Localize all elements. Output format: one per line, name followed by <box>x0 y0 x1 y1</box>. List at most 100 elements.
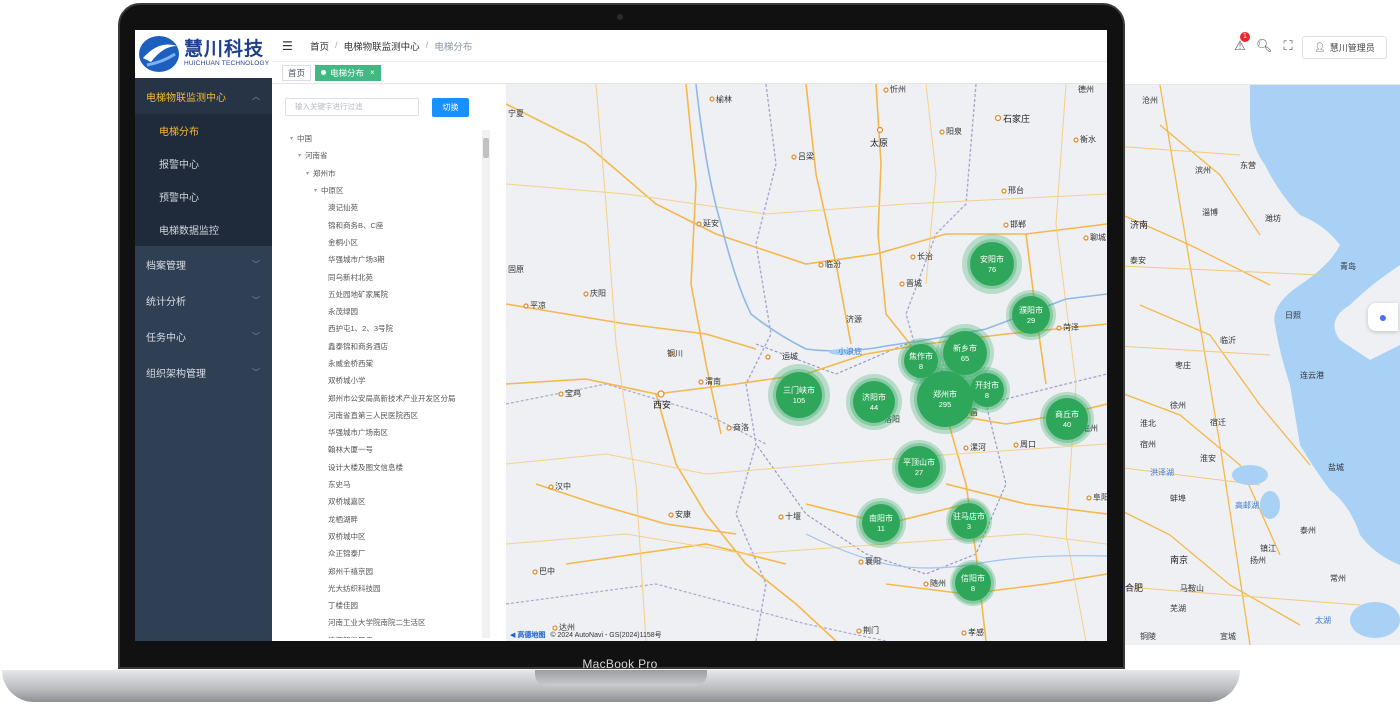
tree-node-leaf[interactable]: 锦和商务B、C座 <box>284 216 484 233</box>
map-city: 淮北 <box>1140 419 1156 428</box>
cluster-xinyang[interactable]: 信阳市 8 <box>950 560 996 606</box>
cluster-pingdingshan[interactable]: 平顶山市 27 <box>892 440 946 494</box>
cluster-count: 27 <box>914 467 924 477</box>
breadcrumb-separator: / <box>425 40 429 51</box>
menu-group-label: 档案管理 <box>146 260 186 272</box>
tree-node-leaf[interactable]: 设计大楼及图文信息楼 <box>284 459 484 476</box>
tree-node-root[interactable]: ▾ 中国 <box>284 130 484 147</box>
search-icon[interactable]: 🔍︎ <box>1256 38 1273 54</box>
cluster-sanmenxia[interactable]: 三门峡市 105 <box>768 364 830 426</box>
menu-toggle-icon[interactable]: ☰ <box>282 39 296 53</box>
menu-group-monitoring[interactable]: 电梯物联监测中心 ︿ <box>135 78 272 114</box>
tree-node-leaf[interactable]: 鑫泰锦和商务酒店 <box>284 338 484 355</box>
menu-group-tasks[interactable]: 任务中心 ﹀ <box>135 318 272 354</box>
tag-dot <box>321 70 327 75</box>
tree-node-leaf[interactable]: 翰林大厦一号 <box>284 441 484 458</box>
tree-node-leaf[interactable]: 清源智能厂房 <box>284 632 484 638</box>
menu-group-label: 电梯物联监测中心 <box>146 92 226 104</box>
tree-node-leaf[interactable]: 金桐小区 <box>284 234 484 251</box>
tree-node-leaf[interactable]: 同乌新村北苑 <box>284 268 484 285</box>
menu-item-elevator-data[interactable]: 电梯数据监控 <box>135 213 272 246</box>
map-city: 安康 <box>675 510 691 519</box>
menu-group-label: 任务中心 <box>146 332 186 344</box>
chevron-down-icon: ﹀ <box>252 259 260 269</box>
cluster-anyang[interactable]: 安阳市 76 <box>962 234 1022 294</box>
map[interactable]: 榆林 忻州 石家庄 衡水 吕梁 太原 阳泉 邢台 延安 临汾 长治 邯郸 聊城 … <box>506 84 1107 641</box>
tree-node-leaf[interactable]: 双桥城嘉区 <box>284 493 484 510</box>
submenu-monitoring: 电梯分布 报警中心 预警中心 电梯数据监控 <box>135 114 272 246</box>
map-city: 东营 <box>1240 161 1256 170</box>
cluster-nanyang[interactable]: 南阳市 11 <box>856 498 906 548</box>
map-city: 泰州 <box>1300 526 1316 535</box>
cluster-zhumadian[interactable]: 驻马店市 3 <box>946 498 992 544</box>
tree-node-leaf[interactable]: 五处园地矿家属院 <box>284 286 484 303</box>
cluster-shangqiu[interactable]: 商丘市 40 <box>1040 392 1094 446</box>
tree-node-leaf[interactable]: 河南工业大学院南院二生活区 <box>284 614 484 631</box>
caret-down-icon: ▾ <box>306 170 310 177</box>
tree-node-leaf[interactable]: 永茂绿园 <box>284 303 484 320</box>
tree-node-leaf[interactable]: 华强城市广场南区 <box>284 424 484 441</box>
alert-icon[interactable]: ⚠ 1 <box>1232 32 1250 54</box>
tree-node-district[interactable]: ▾ 中原区 <box>284 182 484 199</box>
close-icon[interactable]: × <box>370 68 375 77</box>
map-city: 滨州 <box>1195 166 1211 175</box>
tree-node-leaf[interactable]: 光大纺织科技园 <box>284 580 484 597</box>
tree-node-province[interactable]: ▾ 河南省 <box>284 147 484 164</box>
map-city: 日照 <box>1285 311 1301 320</box>
menu-group-organization[interactable]: 组织架构管理 ﹀ <box>135 354 272 390</box>
cluster-count: 8 <box>984 390 990 400</box>
tree-node-leaf[interactable]: 双桥城小学 <box>284 372 484 389</box>
map-city: 镇江 <box>1260 544 1276 553</box>
map-city: 长治 <box>917 252 933 261</box>
chevron-down-icon: ﹀ <box>252 331 260 341</box>
sidebar: 慧川科技 HUICHUAN TECHNOLOGY 电梯物联监测中心 ︿ 电梯分布… <box>135 30 272 641</box>
tag-home[interactable]: 首页 <box>282 64 312 81</box>
tree-scroll-thumb[interactable] <box>483 138 489 158</box>
cluster-count: 105 <box>792 395 806 405</box>
map-city: 渭南 <box>705 377 721 386</box>
logo-subtitle: HUICHUAN TECHNOLOGY <box>184 60 270 67</box>
map-city: 临沂 <box>1220 336 1236 345</box>
menu-group-archives[interactable]: 档案管理 ﹀ <box>135 246 272 282</box>
map-city: 十堰 <box>785 512 801 521</box>
menu-item-elevator-distribution[interactable]: 电梯分布 <box>135 114 272 147</box>
cluster-name: 商丘市 <box>1055 409 1079 419</box>
caret-down-icon: ▾ <box>314 188 318 195</box>
breadcrumb-separator: / <box>335 40 338 51</box>
map-city: 宁夏 <box>508 109 524 118</box>
switch-button[interactable]: 切换 <box>432 98 469 117</box>
tree-node-leaf[interactable]: 永威金桥西棠 <box>284 355 484 372</box>
tag-elevator-distribution[interactable]: 电梯分布 × <box>315 64 381 81</box>
tree-node-city[interactable]: ▾ 郑州市 <box>284 165 484 182</box>
tree-node-leaf[interactable]: 郑州市公安局高新技术产业开发区分局 <box>284 389 484 406</box>
tree-node-leaf[interactable]: 众正锦泰厂 <box>284 545 484 562</box>
cluster-name: 焦作市 <box>909 351 933 361</box>
logo: 慧川科技 HUICHUAN TECHNOLOGY <box>135 30 272 78</box>
filter-input[interactable]: 输入关键字进行过滤 <box>285 98 419 116</box>
tree-node-leaf[interactable]: 东史马 <box>284 476 484 493</box>
tree-node-leaf[interactable]: 龙栖湖畔 <box>284 511 484 528</box>
map-city: 西安 <box>653 400 672 410</box>
tree-node-leaf[interactable]: 华强城市广场3期 <box>284 251 484 268</box>
menu-group-statistics[interactable]: 统计分析 ﹀ <box>135 282 272 318</box>
tree-node-leaf[interactable]: 澳记仙苑 <box>284 199 484 216</box>
tag-label: 首页 <box>288 67 306 78</box>
cluster-zhengzhou[interactable]: 郑州市 295 <box>910 364 980 434</box>
menu-item-alarm-center[interactable]: 报警中心 <box>135 147 272 180</box>
menu-item-warning-center[interactable]: 预警中心 <box>135 180 272 213</box>
cluster-luoyang[interactable]: 济阳市 44 <box>846 374 902 430</box>
tree-node-leaf[interactable]: 双桥城中区 <box>284 528 484 545</box>
assistant-float-button[interactable]: ● <box>1368 303 1398 331</box>
fullscreen-icon[interactable]: ⛶ <box>1280 38 1296 54</box>
breadcrumb-item[interactable]: 电梯物联监测中心 <box>344 39 420 53</box>
user-menu-button[interactable]: 👤︎ 慧川管理员 <box>1302 36 1387 59</box>
breadcrumb-item[interactable]: 首页 <box>310 39 329 53</box>
tree-node-leaf[interactable]: 丁楼佳园 <box>284 597 484 614</box>
tree-node-leaf[interactable]: 郑州千禧京园 <box>284 562 484 579</box>
map-copyright: © 2024 AutoNavi - GS(2024)1158号 <box>550 632 662 639</box>
tree-scrollbar[interactable] <box>482 130 490 638</box>
tree-node-leaf[interactable]: 河南省直第三人民医院西区 <box>284 407 484 424</box>
tree-node-leaf[interactable]: 西护屯1、2、3号院 <box>284 320 484 337</box>
cluster-puyang[interactable]: 濮阳市 29 <box>1006 290 1056 340</box>
cluster-name: 新乡市 <box>953 343 977 353</box>
